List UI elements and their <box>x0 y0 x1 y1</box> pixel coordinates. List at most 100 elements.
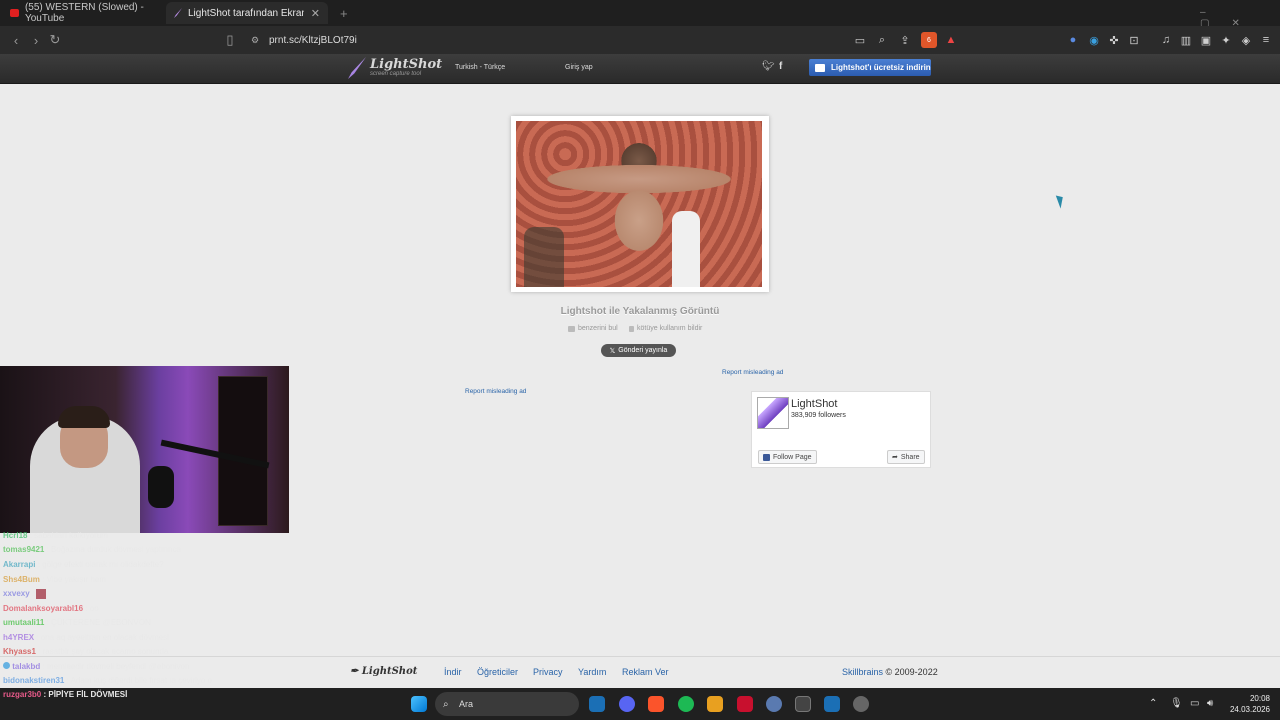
clock-date: 24.03.2026 <box>1229 705 1270 714</box>
tray-chevron-icon[interactable]: ⌃ <box>1149 698 1157 709</box>
chat-user: Hcrl18 <box>3 531 28 540</box>
footer-link-help[interactable]: Yardım <box>578 667 606 677</box>
copyright: Skillbrains © 2009-2022 <box>842 667 938 677</box>
search-image-icon <box>568 325 575 332</box>
login-link[interactable]: Giriş yap <box>565 64 593 71</box>
vpn-shield-icon[interactable]: ◈ <box>1238 32 1254 48</box>
volume-icon[interactable]: 🔊︎ <box>1207 698 1213 709</box>
footer-link-advertise[interactable]: Reklam Ver <box>622 667 669 677</box>
download-button[interactable]: Lightshot'ı ücretsiz indirin <box>809 59 931 76</box>
chat-text: : rasatblr şey olacak ecamo sonunda <box>38 647 169 656</box>
chat-user: ruzgar3b0 <box>3 690 42 699</box>
spotify-icon[interactable] <box>678 696 694 712</box>
chat-text: : oo <box>85 604 99 613</box>
search-placeholder: Ara <box>459 699 474 709</box>
steam-icon[interactable] <box>589 696 605 712</box>
app-icon[interactable] <box>707 696 723 712</box>
extension-icon[interactable]: ● <box>1065 32 1081 48</box>
chat-message: Hcrl18 : sabahları kalkıyorum <box>3 531 108 540</box>
lightshot-logo[interactable]: LightShot screen capture tool <box>348 57 442 79</box>
chat-user: tomas9421 <box>3 545 45 554</box>
tweet-button[interactable]: 𝕏 Gönderi yayınla <box>601 344 676 357</box>
report-ad-link[interactable]: Report misleading ad <box>722 369 783 376</box>
wallet-icon[interactable]: ▣ <box>1198 32 1214 48</box>
chat-text: : Boğazına durduk dövmesi yaptırınca <box>46 545 181 554</box>
windows-start-icon[interactable] <box>411 696 427 712</box>
back-icon[interactable]: ‹ <box>8 32 24 48</box>
close-tab-icon[interactable]: ✕ <box>311 7 320 20</box>
facebook-icon[interactable]: f <box>779 61 782 72</box>
sidebar-icon[interactable]: ▥ <box>1178 32 1194 48</box>
page-avatar[interactable] <box>757 397 789 429</box>
footer-link-download[interactable]: İndir <box>444 667 462 677</box>
download-label: Lightshot'ı ücretsiz indirin <box>831 63 931 72</box>
taskbar-search[interactable]: ⌕ Ara <box>435 692 579 716</box>
copyright-text: © 2009-2022 <box>885 667 938 677</box>
chat-user: Domalanksoyarabl16 <box>3 604 84 613</box>
follow-page-button[interactable]: Follow Page <box>758 450 817 464</box>
menu-icon[interactable]: ≡ <box>1258 32 1274 48</box>
adobe-icon[interactable] <box>737 696 753 712</box>
report-abuse-link[interactable]: kötüye kullanım bildir <box>629 325 702 332</box>
follow-label: Follow Page <box>773 453 812 461</box>
zoom-icon[interactable]: ⌕ <box>874 32 890 48</box>
find-similar-link[interactable]: benzerini bul <box>568 325 618 332</box>
media-icon[interactable]: ♫ <box>1158 32 1174 48</box>
cast-icon[interactable]: ▭ <box>852 32 868 48</box>
discord-icon[interactable] <box>619 696 635 712</box>
extensions-puzzle-icon[interactable]: ✜ <box>1106 32 1122 48</box>
screenshot-image[interactable] <box>516 121 762 287</box>
steam-icon[interactable] <box>824 696 840 712</box>
vpn-icon[interactable]: ◉ <box>1086 32 1102 48</box>
new-tab-button[interactable]: + <box>332 2 352 24</box>
brave-shields-icon[interactable]: 6 <box>921 32 937 48</box>
chat-message: umutaali11 : ÇÜKTERENE @EBONVON <box>3 618 151 627</box>
brave-rewards-icon[interactable]: ▲ <box>943 32 959 48</box>
settings-gear-icon[interactable] <box>766 696 782 712</box>
network-icon[interactable]: ▭ <box>1190 698 1199 709</box>
forward-icon[interactable]: › <box>28 32 44 48</box>
xbox-icon[interactable] <box>795 696 811 712</box>
share-button[interactable]: ➦ Share <box>887 450 925 464</box>
search-icon: ⌕ <box>443 698 449 710</box>
emote-icon <box>36 589 47 599</box>
logo-title: LightShot <box>370 57 443 72</box>
report-ad-link[interactable]: Report misleading ad <box>465 388 526 395</box>
chat-text: : ÇÜKTERENE @EBONVON <box>46 618 151 627</box>
page-name[interactable]: LightShot <box>791 398 837 410</box>
chat-message: Domalanksoyarabl16 : oo <box>3 604 99 613</box>
leo-ai-icon[interactable]: ✦ <box>1218 32 1234 48</box>
twitter-icon[interactable]: 🐦︎ <box>762 61 775 72</box>
chat-text: : Vibe yakışır hem <box>42 575 107 584</box>
reload-icon[interactable]: ↻ <box>47 32 63 48</box>
language-select[interactable]: Turkish - Türkçe <box>455 64 505 71</box>
webcam-overlay <box>0 366 289 533</box>
share-icon[interactable]: ⇪ <box>897 32 913 48</box>
footer-logo[interactable]: ✒ LightShot <box>350 666 417 677</box>
microphone-icon[interactable]: 🎙︎ <box>1170 698 1183 709</box>
taskbar-clock[interactable]: 20:08 24.03.2026 <box>1225 693 1270 715</box>
tweet-label: Gönderi yayınla <box>618 347 668 354</box>
footer-link-tutorials[interactable]: Öğreticiler <box>477 667 518 677</box>
tab-lightshot[interactable]: LightShot tarafından Ekran Görü ✕ <box>166 2 328 24</box>
shields-count: 6 <box>927 36 931 44</box>
obs-icon[interactable] <box>853 696 869 712</box>
webcam-door <box>218 376 268 526</box>
screenshot-icon[interactable]: ⊡ <box>1126 32 1142 48</box>
site-info-icon[interactable]: ⚙ <box>251 35 259 46</box>
footer-link-privacy[interactable]: Privacy <box>533 667 563 677</box>
chat-text: : <box>31 589 35 599</box>
chat-message: Akarrapi : gölge efekti olarak mı olidak… <box>3 560 164 569</box>
feather-icon <box>348 57 366 79</box>
bookmark-icon[interactable]: ▯ <box>222 32 238 48</box>
clock-time: 20:08 <box>1249 694 1270 703</box>
tab-youtube[interactable]: (55) WESTERN (Slowed) - YouTube <box>2 2 164 24</box>
brave-icon[interactable] <box>648 696 664 712</box>
chat-message: Shs4Bum : Vibe yakışır hem <box>3 575 106 584</box>
chat-message: tomas9421 : Boğazına durduk dövmesi yapt… <box>3 545 181 554</box>
chat-message: ruzgar3b0 : PİPİYE FİL DÖVMESİ <box>3 690 127 699</box>
tab-label: LightShot tarafından Ekran Görü <box>188 7 304 19</box>
chat-user: Akarrapi <box>3 560 36 569</box>
skillbrains-link[interactable]: Skillbrains <box>842 667 883 677</box>
browser-tab-bar: (55) WESTERN (Slowed) - YouTube LightSho… <box>0 0 1280 29</box>
